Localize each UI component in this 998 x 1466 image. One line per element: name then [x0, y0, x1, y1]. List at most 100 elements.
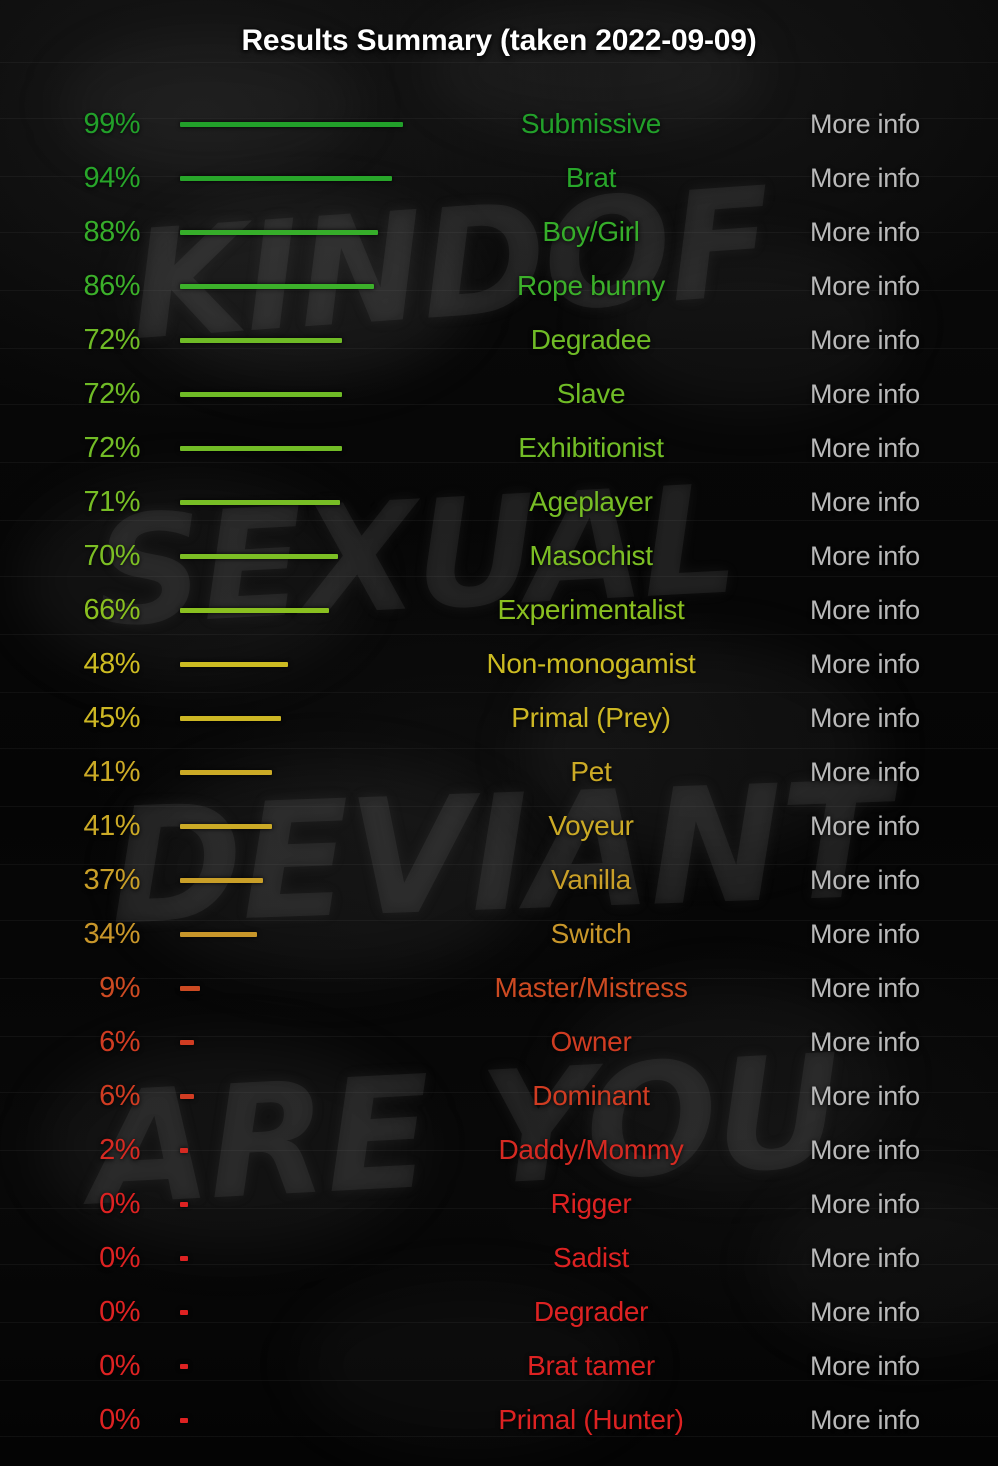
more-info-link[interactable]: More info [810, 703, 998, 734]
more-info-link[interactable]: More info [810, 271, 998, 302]
bar-fill [180, 175, 392, 181]
result-row: 48% Non-monogamist More info [0, 637, 998, 691]
more-info-link[interactable]: More info [810, 757, 998, 788]
percent-value: 6% [99, 1025, 140, 1058]
result-label: Brat tamer [527, 1350, 655, 1381]
result-label: Boy/Girl [542, 216, 640, 247]
bar-fill [180, 769, 272, 775]
percent-value: 48% [83, 647, 140, 680]
bar-fill [180, 1039, 194, 1045]
percent-value: 0% [99, 1295, 140, 1328]
bar-fill [180, 1201, 188, 1207]
more-info-link[interactable]: More info [810, 541, 998, 572]
bar-fill [180, 283, 374, 289]
more-info-link[interactable]: More info [810, 1351, 998, 1382]
result-label: Masochist [529, 540, 653, 571]
more-info-link[interactable]: More info [810, 1243, 998, 1274]
bar-fill [180, 121, 403, 127]
bar-fill [180, 1255, 188, 1261]
result-row: 0% Rigger More info [0, 1177, 998, 1231]
bar-track [140, 1201, 410, 1207]
bar-track [140, 445, 410, 451]
more-info-link[interactable]: More info [810, 1189, 998, 1220]
bar-fill [180, 1093, 194, 1099]
bar-track [140, 175, 410, 181]
bar-track [140, 823, 410, 829]
percent-value: 0% [99, 1349, 140, 1382]
percent-value: 37% [83, 863, 140, 896]
more-info-link[interactable]: More info [810, 1135, 998, 1166]
bar-track [140, 769, 410, 775]
more-info-link[interactable]: More info [810, 1081, 998, 1112]
result-row: 72% Exhibitionist More info [0, 421, 998, 475]
percent-value: 72% [83, 323, 140, 356]
bar-fill [180, 985, 200, 991]
percent-value: 86% [83, 269, 140, 302]
percent-value: 88% [83, 215, 140, 248]
result-label: Primal (Prey) [511, 702, 671, 733]
result-label: Switch [550, 918, 632, 949]
bar-fill [180, 553, 338, 559]
result-row: 6% Owner More info [0, 1015, 998, 1069]
bar-track [140, 877, 410, 883]
more-info-link[interactable]: More info [810, 487, 998, 518]
more-info-link[interactable]: More info [810, 865, 998, 896]
result-label: Owner [550, 1026, 632, 1057]
percent-value: 2% [99, 1133, 140, 1166]
result-label: Pet [570, 756, 612, 787]
bar-track [140, 661, 410, 667]
result-row: 72% Slave More info [0, 367, 998, 421]
result-row: 9% Master/Mistress More info [0, 961, 998, 1015]
result-row: 71% Ageplayer More info [0, 475, 998, 529]
result-label: Rope bunny [516, 270, 665, 301]
results-list: 99% Submissive More info 94% Brat More info 88… [0, 97, 998, 1447]
more-info-link[interactable]: More info [810, 163, 998, 194]
bar-fill [180, 715, 281, 721]
bar-fill [180, 1147, 188, 1153]
bar-track [140, 1309, 410, 1315]
more-info-link[interactable]: More info [810, 1405, 998, 1436]
more-info-link[interactable]: More info [810, 433, 998, 464]
percent-value: 34% [83, 917, 140, 950]
percent-value: 6% [99, 1079, 140, 1112]
result-row: 70% Masochist More info [0, 529, 998, 583]
bar-fill [180, 229, 378, 235]
result-row: 6% Dominant More info [0, 1069, 998, 1123]
bar-fill [180, 499, 340, 505]
more-info-link[interactable]: More info [810, 811, 998, 842]
more-info-link[interactable]: More info [810, 973, 998, 1004]
result-row: 0% Primal (Hunter) More info [0, 1393, 998, 1447]
bar-track [140, 337, 410, 343]
bar-track [140, 607, 410, 613]
bar-track [140, 1363, 410, 1369]
page-title: Results Summary (taken 2022-09-09) [241, 24, 757, 57]
result-label: Degrader [533, 1296, 649, 1327]
result-row: 45% Primal (Prey) More info [0, 691, 998, 745]
result-row: 88% Boy/Girl More info [0, 205, 998, 259]
bar-track [140, 1417, 410, 1423]
percent-value: 41% [83, 809, 140, 842]
more-info-link[interactable]: More info [810, 595, 998, 626]
more-info-link[interactable]: More info [810, 217, 998, 248]
more-info-link[interactable]: More info [810, 649, 998, 680]
more-info-link[interactable]: More info [810, 919, 998, 950]
result-row: 0% Degrader More info [0, 1285, 998, 1339]
result-label: Experimentalist [497, 594, 685, 625]
bar-fill [180, 1363, 188, 1369]
result-row: 94% Brat More info [0, 151, 998, 205]
percent-value: 0% [99, 1241, 140, 1274]
more-info-link[interactable]: More info [810, 379, 998, 410]
bar-track [140, 1039, 410, 1045]
bar-track [140, 553, 410, 559]
bar-fill [180, 445, 342, 451]
more-info-link[interactable]: More info [810, 1027, 998, 1058]
percent-value: 9% [99, 971, 140, 1004]
bar-track [140, 1093, 410, 1099]
more-info-link[interactable]: More info [810, 325, 998, 356]
result-label: Primal (Hunter) [498, 1404, 684, 1435]
more-info-link[interactable]: More info [810, 109, 998, 140]
bar-track [140, 985, 410, 991]
bar-track [140, 391, 410, 397]
result-row: 37% Vanilla More info [0, 853, 998, 907]
more-info-link[interactable]: More info [810, 1297, 998, 1328]
